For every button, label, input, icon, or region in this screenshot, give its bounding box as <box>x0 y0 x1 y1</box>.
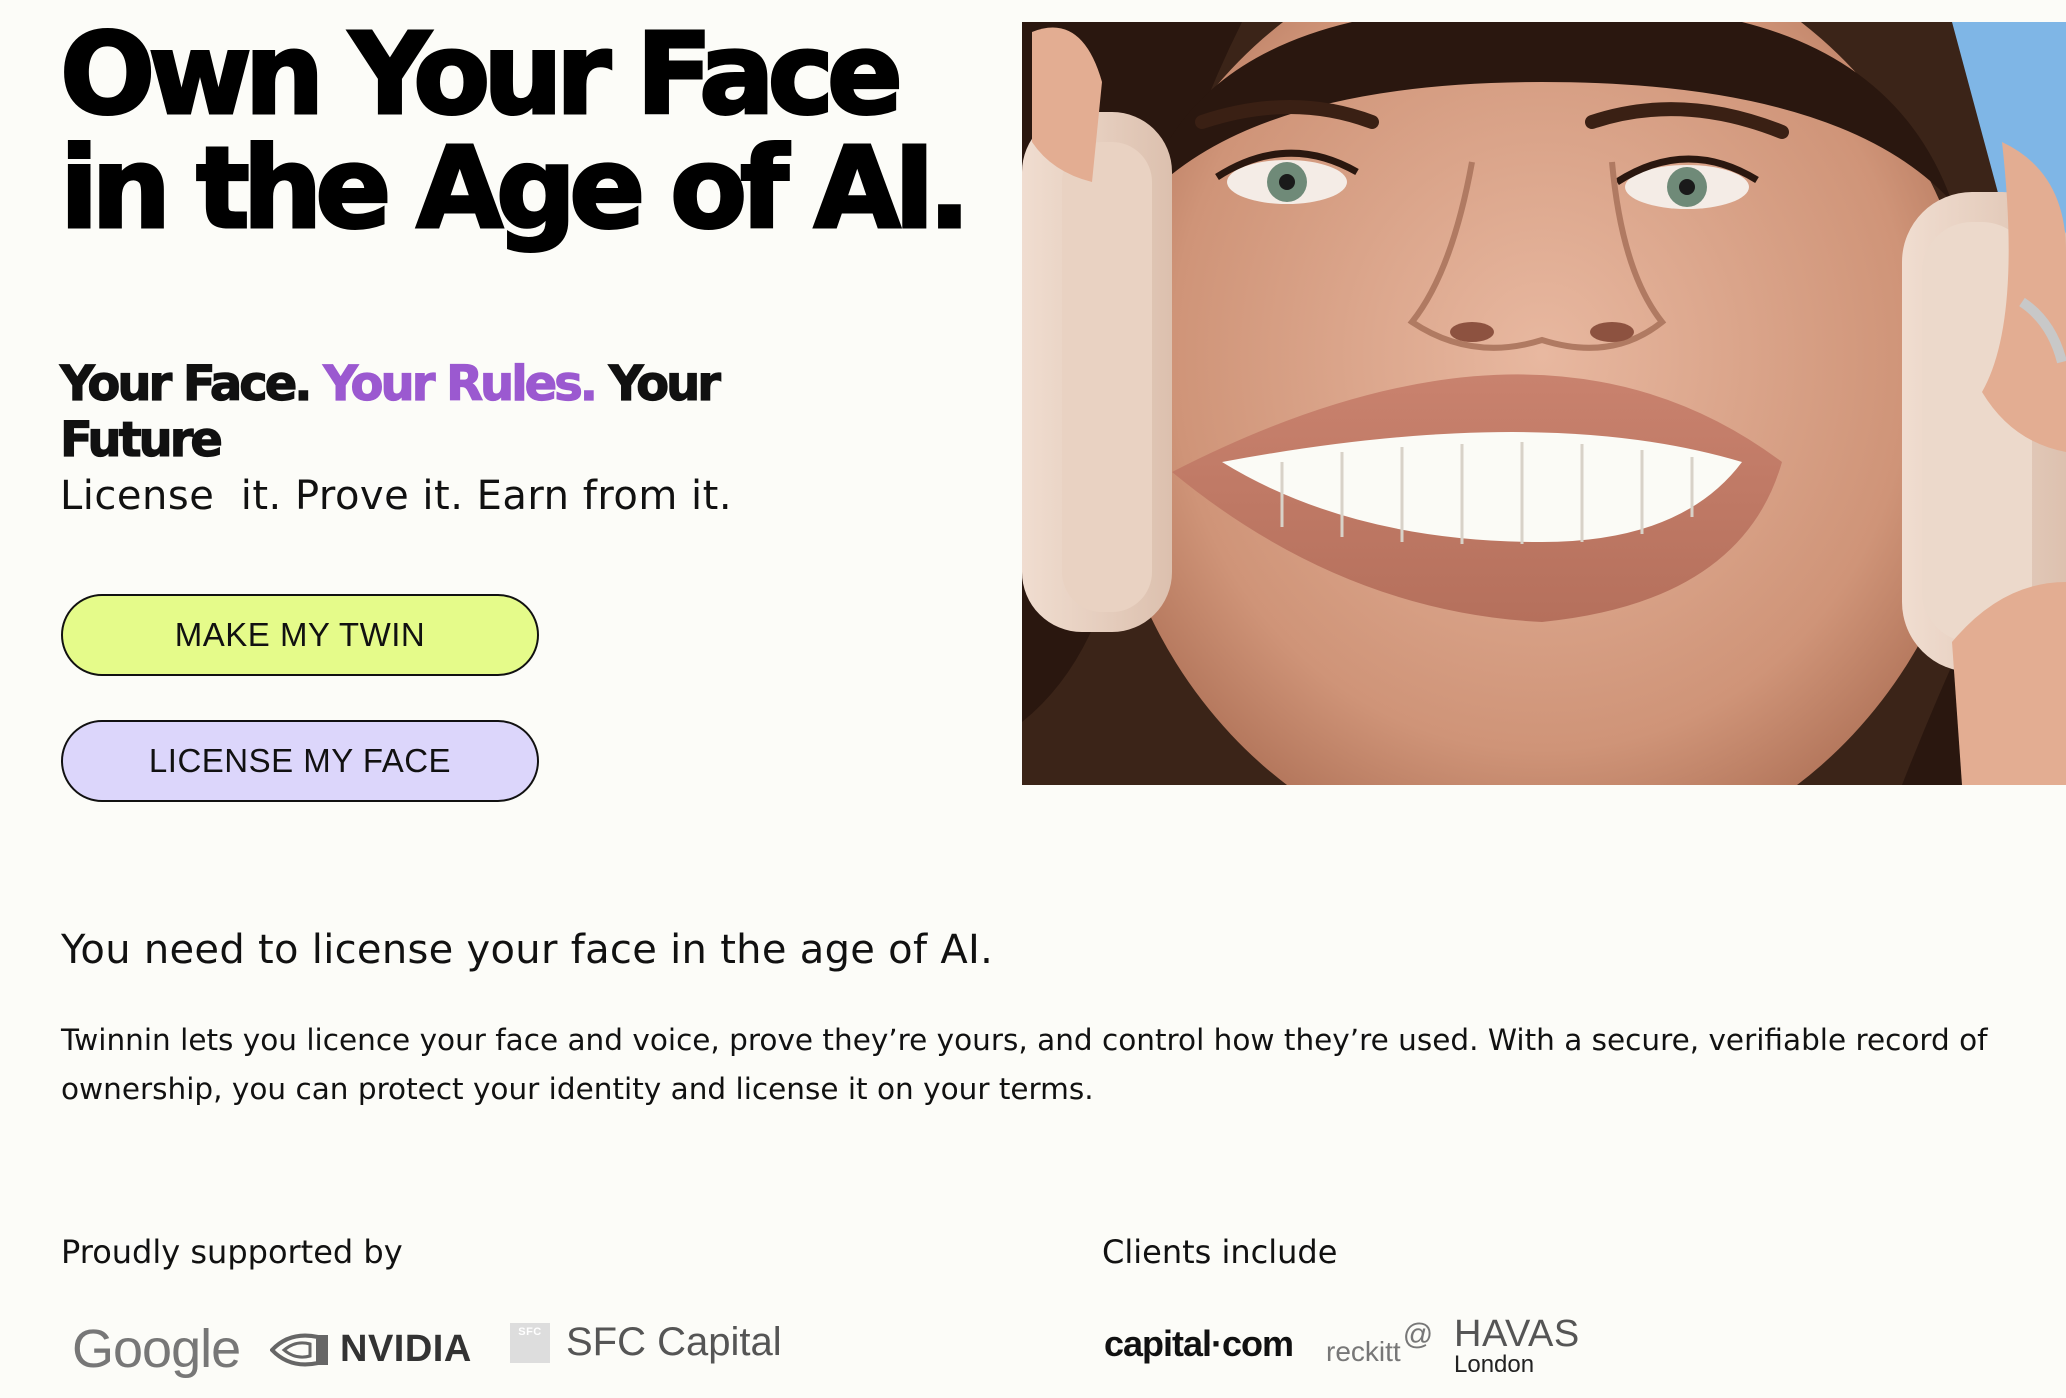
hero-title: Own Your Face in the Age of AI. <box>59 10 973 254</box>
clients-label: Clients include <box>1102 1233 1338 1271</box>
havas-wordmark: HAVAS <box>1454 1313 1580 1355</box>
reckitt-wordmark: reckitt <box>1326 1336 1401 1367</box>
nvidia-eye-icon <box>270 1333 328 1366</box>
tagline-part-rules: Your Rules. <box>323 355 599 412</box>
reckitt-logo: reckitt @ <box>1326 1318 1433 1368</box>
about-body: Twinnin lets you licence your face and v… <box>61 1023 1988 1106</box>
smiling-woman-headphones-illustration <box>1022 22 2066 785</box>
sfc-mark-icon: SFC <box>510 1322 550 1363</box>
supporters-label: Proudly supported by <box>61 1233 403 1271</box>
hero-photo <box>1022 22 2066 785</box>
license-my-face-button[interactable]: LICENSE MY FACE <box>61 720 539 802</box>
google-logo: Google <box>72 1319 241 1379</box>
sfc-capital-logo: SFC SFC Capital <box>510 1320 782 1365</box>
havas-london-logo: HAVAS London <box>1454 1313 1580 1378</box>
hero-tagline: Your Face. Your Rules. Your Future <box>59 355 840 468</box>
about-heading: You need to license your face in the age… <box>61 927 994 973</box>
reckitt-swirl-icon: @ <box>1402 1318 1434 1351</box>
capital-com-logo: capital·com <box>1104 1323 1294 1364</box>
sfc-capital-wordmark: SFC Capital <box>566 1320 782 1364</box>
tagline-part-face: Your Face. <box>59 355 324 412</box>
nvidia-wordmark: NVIDIA <box>340 1328 472 1370</box>
hero-subtitle: License it. Prove it. Earn from it. <box>60 473 733 519</box>
havas-city: London <box>1454 1351 1535 1378</box>
nvidia-logo: NVIDIA <box>270 1328 472 1371</box>
make-my-twin-button[interactable]: MAKE MY TWIN <box>61 594 539 676</box>
